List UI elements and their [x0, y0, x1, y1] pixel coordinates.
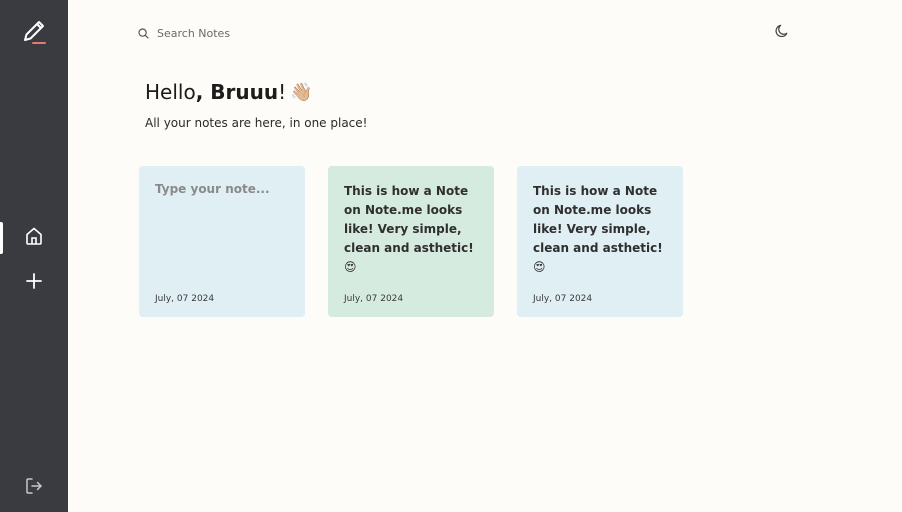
plus-icon	[25, 272, 43, 294]
home-icon	[24, 226, 44, 250]
theme-toggle-button[interactable]	[774, 23, 790, 39]
note-card[interactable]: This is how a Note on Note.me looks like…	[328, 166, 494, 317]
sidebar-item-add-note[interactable]	[0, 266, 68, 300]
logout-icon	[24, 476, 44, 500]
page-title: Hello, Bruuu! 👋🏼	[145, 80, 313, 104]
note-text: This is how a Note on Note.me looks like…	[344, 184, 474, 274]
note-input[interactable]	[155, 182, 291, 272]
note-date: July, 07 2024	[533, 294, 593, 304]
greeting-prefix: Hello	[145, 80, 196, 104]
search-icon	[138, 24, 149, 43]
wave-emoji: 👋🏼	[290, 81, 313, 103]
pencil-logo-icon[interactable]	[0, 16, 68, 50]
page-subtitle: All your notes are here, in one place!	[145, 116, 368, 130]
note-text: This is how a Note on Note.me looks like…	[533, 184, 663, 274]
note-card[interactable]: This is how a Note on Note.me looks like…	[517, 166, 683, 317]
search-input[interactable]	[157, 26, 357, 40]
search-bar	[138, 24, 357, 42]
sidebar	[0, 0, 68, 512]
moon-icon	[774, 24, 790, 43]
greeting-suffix: !	[278, 80, 287, 104]
note-date: July, 07 2024	[344, 294, 404, 304]
sidebar-item-home[interactable]	[0, 220, 68, 256]
note-date: July, 07 2024	[155, 294, 215, 304]
note-card-new[interactable]: July, 07 2024	[139, 166, 305, 317]
logout-button[interactable]	[0, 472, 68, 504]
user-name: , Bruuu	[195, 80, 279, 104]
